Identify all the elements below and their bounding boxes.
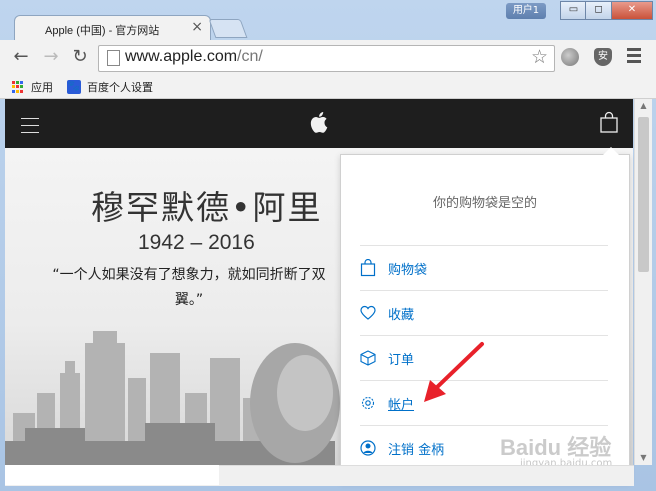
new-tab-button[interactable] [208, 19, 248, 38]
shopping-bag-icon[interactable] [600, 111, 618, 133]
browser-tab[interactable]: Apple (中国) - 官方网站 × [14, 15, 211, 41]
dropdown-caret [603, 147, 619, 155]
bookmark-label: 应用 [31, 81, 53, 94]
maximize-button[interactable]: ◻ [585, 1, 612, 20]
scroll-down-icon[interactable]: ▼ [635, 451, 652, 465]
empty-bag-message: 你的购物袋是空的 [432, 196, 537, 211]
hero-title: 穆罕默德•阿里 [91, 188, 323, 227]
hero-years: 1942 – 2016 [138, 231, 255, 254]
person-icon [360, 440, 376, 456]
browser-window: Apple (中国) - 官方网站 × 用户1 ▭ ◻ ✕ ← → ↻ www.… [0, 0, 656, 491]
hamburger-menu-icon[interactable] [21, 118, 39, 139]
bookmark-apps[interactable]: 应用 [12, 79, 53, 95]
menu-item-label: 收藏 [388, 307, 415, 323]
menu-item-label: 注销 金柄 [388, 442, 445, 458]
user-badge[interactable]: 用户1 [506, 3, 546, 19]
menu-item-favorites[interactable]: 收藏 [360, 290, 608, 335]
shield-icon[interactable]: 安 [594, 48, 612, 66]
scroll-up-icon[interactable]: ▲ [635, 99, 652, 113]
apple-global-nav [5, 99, 633, 148]
bookmark-star-icon[interactable]: ☆ [531, 46, 548, 68]
browser-toolbar: ← → ↻ www.apple.com/cn/ ☆ 安 [0, 40, 656, 76]
bag-icon [360, 259, 376, 277]
scroll-thumb[interactable] [638, 117, 649, 272]
menu-item-bag[interactable]: 购物袋 [360, 245, 608, 290]
hero-quote: “一个人如果没有了想象力，就如同折断了双 翼。” [52, 267, 326, 308]
address-bar[interactable]: www.apple.com/cn/ ☆ [98, 45, 555, 72]
url-text[interactable]: www.apple.com/cn/ [125, 48, 263, 66]
vertical-scrollbar[interactable]: ▲ ▼ [634, 99, 652, 465]
back-button[interactable]: ← [10, 46, 32, 67]
menu-icon[interactable] [627, 48, 641, 66]
apple-logo-icon[interactable] [310, 109, 330, 135]
page-icon [107, 50, 120, 66]
forward-button[interactable]: → [40, 46, 62, 67]
globe-icon[interactable] [561, 48, 579, 66]
close-window-button[interactable]: ✕ [611, 1, 653, 20]
box-icon [360, 350, 376, 366]
reload-button[interactable]: ↻ [69, 46, 91, 67]
minimize-button[interactable]: ▭ [560, 1, 587, 20]
heart-icon [360, 305, 376, 320]
gear-icon [361, 396, 375, 410]
bookmark-baidu-settings[interactable]: 🐾 百度个人设置 [67, 79, 153, 95]
tab-title: Apple (中国) - 官方网站 [45, 25, 160, 37]
baidu-paw-icon: 🐾 [67, 80, 81, 94]
status-area [5, 465, 219, 485]
annotation-arrow-icon [424, 342, 484, 402]
tab-close-icon[interactable]: × [191, 19, 203, 35]
menu-item-label: 购物袋 [388, 262, 428, 278]
title-bar: Apple (中国) - 官方网站 × 用户1 ▭ ◻ ✕ [0, 0, 656, 41]
bookmarks-bar: 应用 🐾 百度个人设置 [0, 76, 656, 99]
apps-grid-icon [12, 80, 25, 94]
bookmark-label: 百度个人设置 [87, 81, 153, 94]
